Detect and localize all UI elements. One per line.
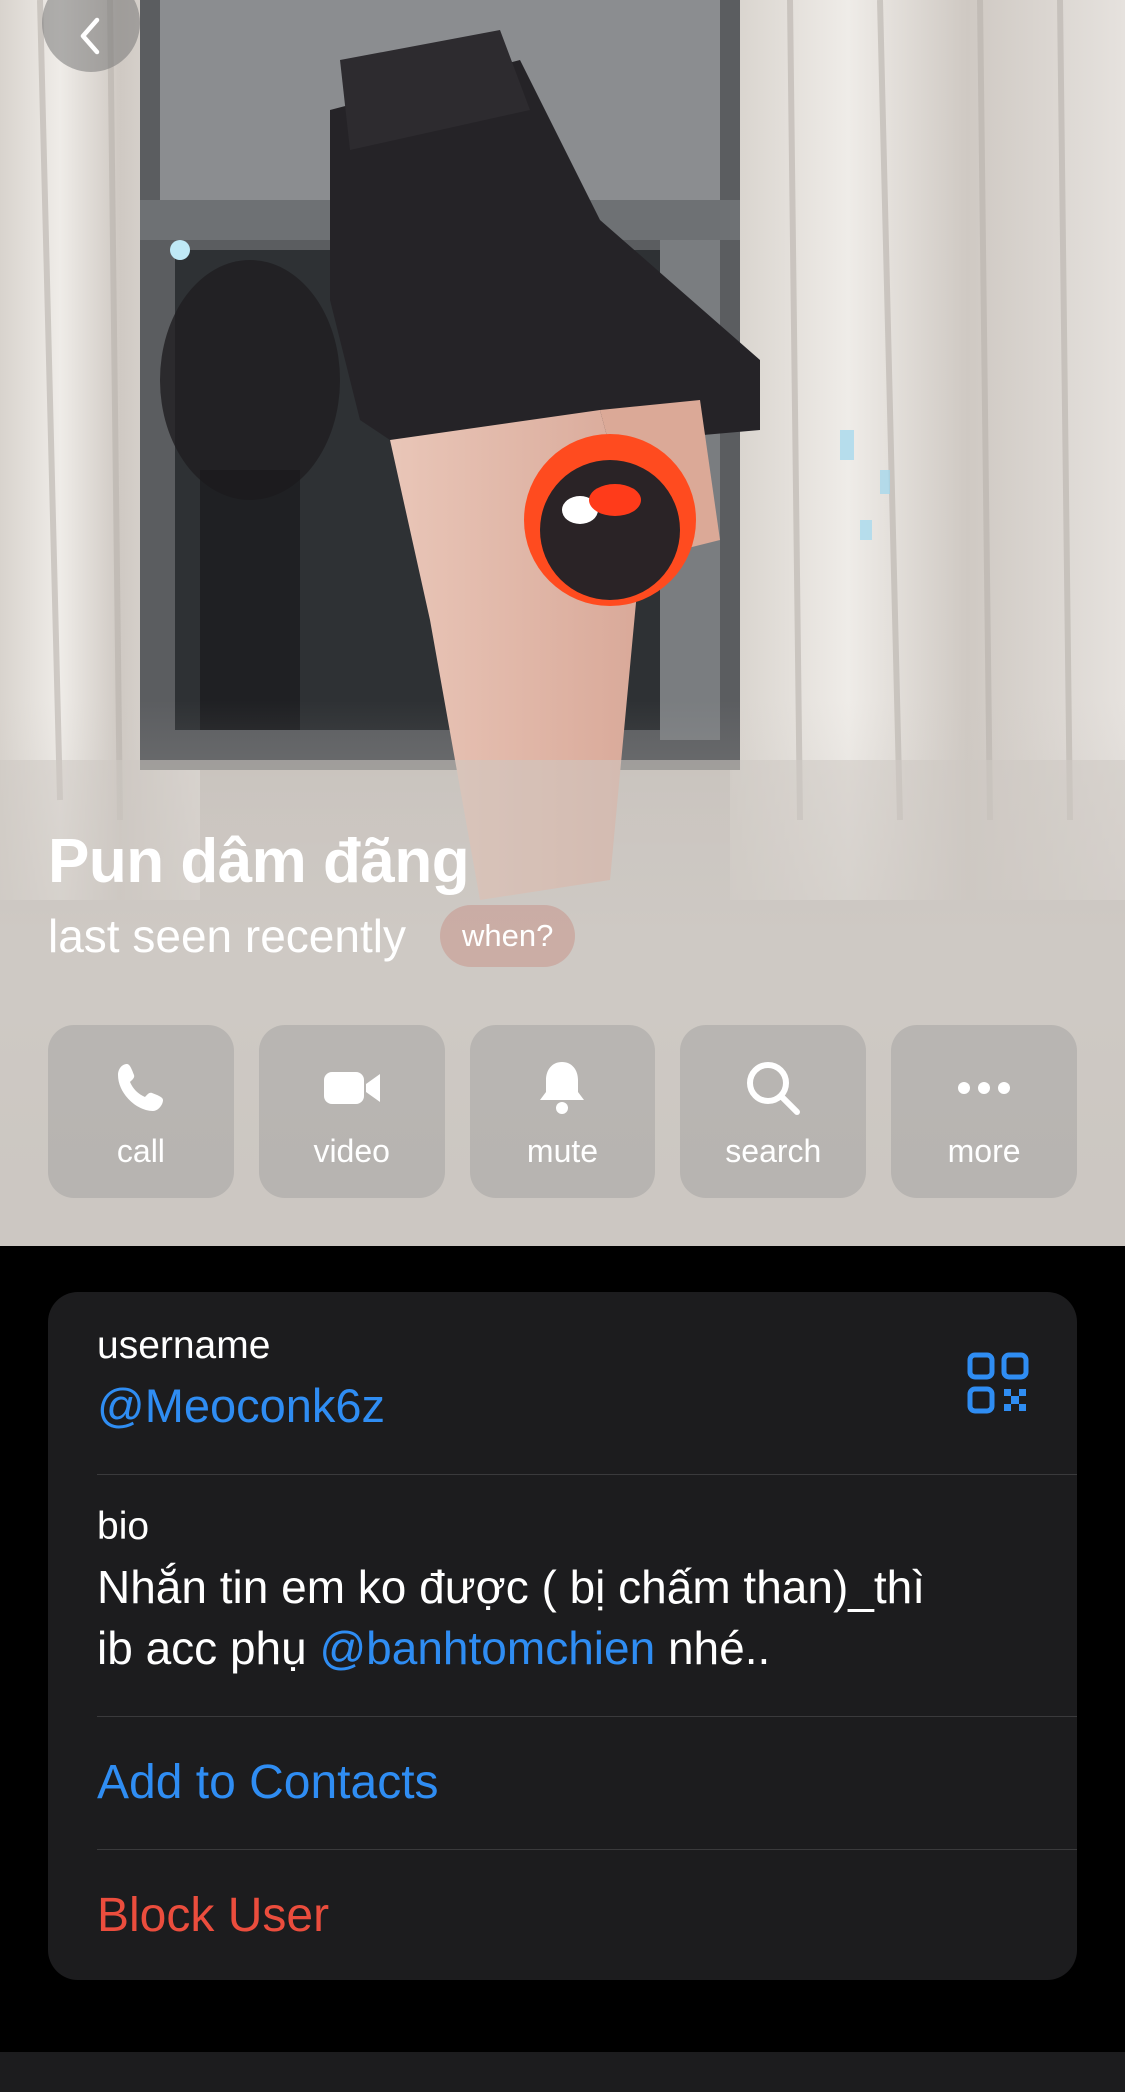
bio-text: Nhắn tin em ko được ( bị chấm than)_thì … [97,1557,1037,1679]
video-button[interactable]: video [258,1025,445,1198]
bell-icon [527,1053,597,1123]
bio-line-1: Nhắn tin em ko được ( bị chấm than)_thì [97,1561,925,1613]
chevron-left-icon [80,17,100,55]
mute-button[interactable]: mute [469,1025,656,1198]
call-label: call [116,1133,165,1169]
search-label: search [725,1133,822,1169]
qr-code-icon[interactable] [967,1352,1029,1414]
search-button[interactable]: search [680,1025,867,1198]
username-row[interactable]: username @Meoconk6z [48,1292,1077,1474]
username-label: username [97,1324,271,1367]
bio-mention-link[interactable]: @banhtomchien [319,1622,655,1674]
last-seen-status: last seen recently [48,910,406,962]
video-camera-icon [317,1053,387,1123]
search-icon [738,1053,808,1123]
username-value[interactable]: @Meoconk6z [97,1378,385,1433]
block-user-label: Block User [97,1889,330,1942]
bio-label: bio [97,1505,150,1548]
add-to-contacts-button[interactable]: Add to Contacts [48,1717,1077,1849]
bio-line-2-start: ib acc phụ [97,1622,320,1674]
phone-icon [106,1053,176,1123]
info-card: username @Meoconk6z bio Nhắn tin em ko đ… [48,1292,1077,1980]
bio-line-2-end: nhé.. [655,1622,771,1674]
profile-name: Pun dâm đãng [48,827,470,896]
video-label: video [313,1133,390,1169]
more-dots-icon [949,1053,1019,1123]
bottom-bar [0,2052,1125,2092]
more-button[interactable]: more [891,1025,1077,1198]
mute-label: mute [526,1133,599,1169]
call-button[interactable]: call [48,1025,234,1198]
action-buttons: call video mute search more [48,1025,1077,1198]
bio-row: bio Nhắn tin em ko được ( bị chấm than)_… [48,1475,1077,1715]
when-button[interactable]: when? [439,905,576,967]
status-row: last seen recently when? [48,905,576,967]
bio-line-2: ib acc phụ @banhtomchien nhé.. [97,1618,1037,1679]
more-label: more [947,1133,1021,1169]
profile-header: Pun dâm đãng last seen recently when? ca… [0,0,1125,1246]
add-to-contacts-label: Add to Contacts [97,1756,439,1809]
block-user-button[interactable]: Block User [48,1850,1077,1980]
